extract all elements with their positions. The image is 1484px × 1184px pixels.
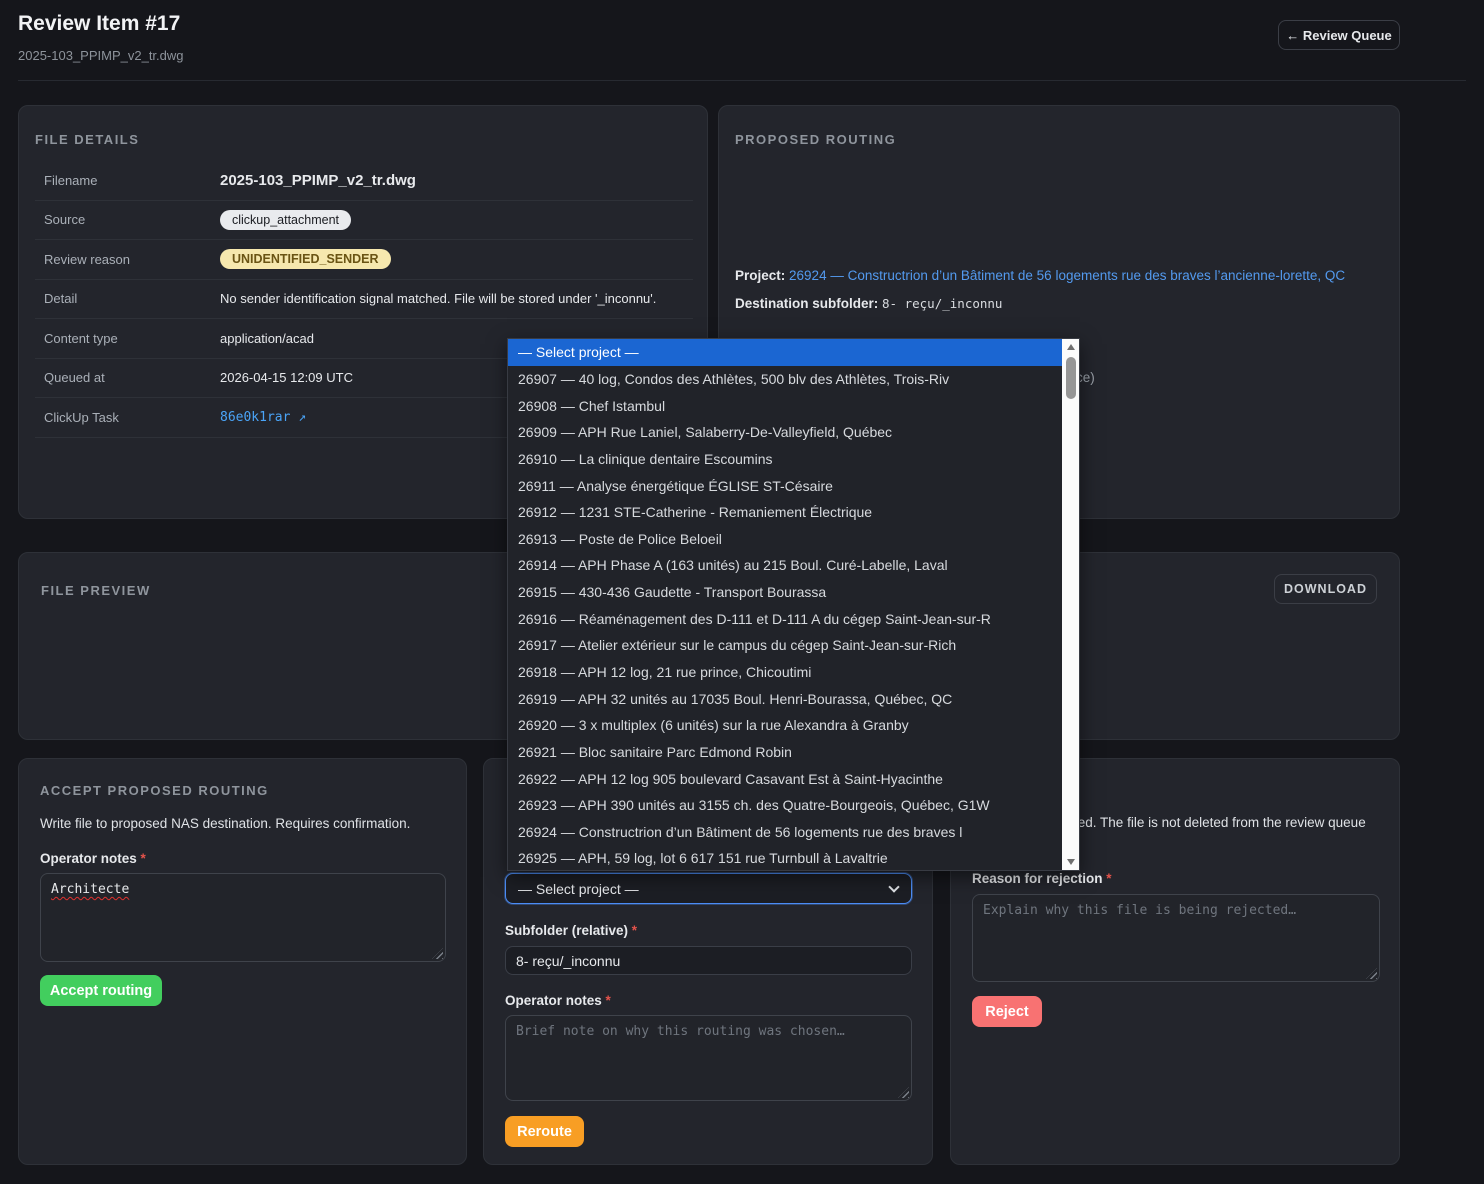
dropdown-option[interactable]: 26914 — APH Phase A (163 unités) au 215 … bbox=[508, 552, 1062, 579]
dropdown-option[interactable]: 26917 — Atelier extérieur sur le campus … bbox=[508, 632, 1062, 659]
dropdown-option[interactable]: 26912 — 1231 STE-Catherine - Remaniement… bbox=[508, 499, 1062, 526]
required-asterisk: * bbox=[606, 993, 611, 1008]
project-line: Project: 26924 — Constructrion d’un Bâti… bbox=[735, 268, 1345, 283]
detail-value: No sender identification signal matched.… bbox=[220, 291, 656, 306]
dropdown-option[interactable]: 26907 — 40 log, Condos des Athlètes, 500… bbox=[508, 366, 1062, 393]
reroute-button[interactable]: Reroute bbox=[505, 1116, 584, 1147]
required-asterisk: * bbox=[1106, 871, 1111, 886]
reject-button[interactable]: Reject bbox=[972, 996, 1042, 1027]
row-label: Review reason bbox=[44, 252, 220, 267]
reroute-notes-placeholder: Brief note on why this routing was chose… bbox=[516, 1024, 845, 1039]
dropdown-option[interactable]: 26921 — Bloc sanitaire Parc Edmond Robin bbox=[508, 739, 1062, 766]
reroute-notes-label: Operator notes * bbox=[505, 993, 611, 1008]
dropdown-option[interactable]: 26925 — APH, 59 log, lot 6 617 151 rue T… bbox=[508, 845, 1062, 870]
chevron-down-icon bbox=[888, 881, 899, 892]
dropdown-option[interactable]: 26913 — Poste de Police Beloeil bbox=[508, 525, 1062, 552]
page-subtitle-filename: 2025-103_PPIMP_v2_tr.dwg bbox=[18, 48, 184, 63]
destination-line: Destination subfolder: 8- reçu/_inconnu bbox=[735, 296, 1002, 311]
row-label: Content type bbox=[44, 331, 220, 346]
dropdown-option[interactable]: 26922 — APH 12 log 905 boulevard Casavan… bbox=[508, 765, 1062, 792]
dropdown-option[interactable]: 26910 — La clinique dentaire Escoumins bbox=[508, 446, 1062, 473]
download-button[interactable]: DOWNLOAD bbox=[1274, 574, 1377, 604]
dropdown-option-selected[interactable]: — Select project — bbox=[508, 339, 1062, 366]
arrow-down-icon bbox=[1067, 859, 1075, 865]
scrollbar-track[interactable] bbox=[1062, 355, 1079, 854]
subfolder-label-text: Subfolder (relative) bbox=[505, 923, 628, 938]
scrollbar-up-button[interactable] bbox=[1062, 339, 1079, 355]
reject-reason-label-text: Reason for rejection bbox=[972, 871, 1103, 886]
proposed-routing-heading: PROPOSED ROUTING bbox=[735, 132, 896, 147]
project-dropdown-popup: — Select project — 26907 — 40 log, Condo… bbox=[507, 338, 1080, 871]
project-dropdown-list: — Select project — 26907 — 40 log, Condo… bbox=[508, 339, 1062, 870]
project-label: Project: bbox=[735, 268, 785, 283]
reroute-project-select[interactable]: — Select project — bbox=[505, 873, 912, 904]
destination-label: Destination subfolder: bbox=[735, 296, 878, 311]
accept-routing-panel: ACCEPT PROPOSED ROUTING Write file to pr… bbox=[18, 758, 467, 1165]
dropdown-option[interactable]: 26924 — Constructrion d’un Bâtiment de 5… bbox=[508, 819, 1062, 846]
destination-value: 8- reçu/_inconnu bbox=[882, 296, 1002, 311]
accept-notes-label: Operator notes * bbox=[40, 851, 146, 866]
dropdown-scrollbar[interactable] bbox=[1062, 339, 1079, 870]
accept-routing-button[interactable]: Accept routing bbox=[40, 975, 162, 1006]
dropdown-option[interactable]: 26909 — APH Rue Laniel, Salaberry-De-Val… bbox=[508, 419, 1062, 446]
row-label: Queued at bbox=[44, 370, 220, 385]
review-item-page: Review Item #17 2025-103_PPIMP_v2_tr.dwg… bbox=[0, 0, 1484, 1184]
project-link[interactable]: 26924 — Constructrion d’un Bâtiment de 5… bbox=[789, 268, 1345, 283]
reject-reason-placeholder: Explain why this file is being rejected… bbox=[983, 903, 1296, 918]
required-asterisk: * bbox=[632, 923, 637, 938]
header-divider bbox=[18, 80, 1466, 81]
review-queue-back-button[interactable]: ← Review Queue bbox=[1278, 20, 1400, 50]
row-label: Source bbox=[44, 212, 220, 227]
required-asterisk: * bbox=[141, 851, 146, 866]
reject-reason-label: Reason for rejection * bbox=[972, 871, 1112, 886]
file-details-heading: FILE DETAILS bbox=[35, 132, 139, 147]
dropdown-option[interactable]: 26915 — 430-436 Gaudette - Transport Bou… bbox=[508, 579, 1062, 606]
file-preview-heading: FILE PREVIEW bbox=[41, 583, 151, 598]
row-label: Filename bbox=[44, 173, 220, 188]
scrollbar-down-button[interactable] bbox=[1062, 854, 1079, 870]
subfolder-input[interactable] bbox=[505, 946, 912, 975]
dropdown-option[interactable]: 26920 — 3 x multiplex (6 unités) sur la … bbox=[508, 712, 1062, 739]
source-badge: clickup_attachment bbox=[220, 210, 351, 230]
dropdown-option[interactable]: 26916 — Réaménagement des D-111 et D-111… bbox=[508, 605, 1062, 632]
table-row: Filename 2025-103_PPIMP_v2_tr.dwg bbox=[35, 161, 693, 201]
accept-panel-heading: ACCEPT PROPOSED ROUTING bbox=[40, 783, 269, 798]
filename-value: 2025-103_PPIMP_v2_tr.dwg bbox=[220, 172, 416, 189]
reject-reason-textarea[interactable]: Explain why this file is being rejected… bbox=[972, 894, 1380, 982]
dropdown-option[interactable]: 26919 — APH 32 unités au 17035 Boul. Hen… bbox=[508, 685, 1062, 712]
queued-at-value: 2026-04-15 12:09 UTC bbox=[220, 370, 353, 385]
reroute-project-select-value: — Select project — bbox=[518, 881, 639, 897]
accept-panel-description: Write file to proposed NAS destination. … bbox=[40, 814, 450, 834]
accept-notes-value: Architecte bbox=[51, 882, 129, 897]
accept-notes-label-text: Operator notes bbox=[40, 851, 137, 866]
arrow-up-icon bbox=[1067, 344, 1075, 350]
scrollbar-thumb[interactable] bbox=[1066, 357, 1076, 399]
dropdown-option[interactable]: 26908 — Chef Istambul bbox=[508, 392, 1062, 419]
reroute-notes-textarea[interactable]: Brief note on why this routing was chose… bbox=[505, 1015, 912, 1101]
page-title: Review Item #17 bbox=[18, 12, 180, 36]
row-label: Detail bbox=[44, 291, 220, 306]
reroute-notes-label-text: Operator notes bbox=[505, 993, 602, 1008]
subfolder-label: Subfolder (relative) * bbox=[505, 923, 637, 938]
table-row: Detail No sender identification signal m… bbox=[35, 280, 693, 320]
table-row: Review reason UNIDENTIFIED_SENDER bbox=[35, 240, 693, 280]
table-row: Source clickup_attachment bbox=[35, 201, 693, 241]
dropdown-option[interactable]: 26911 — Analyse énergétique ÉGLISE ST-Cé… bbox=[508, 472, 1062, 499]
review-reason-badge: UNIDENTIFIED_SENDER bbox=[220, 249, 391, 269]
content-type-value: application/acad bbox=[220, 331, 314, 346]
accept-notes-textarea[interactable]: Architecte bbox=[40, 873, 446, 962]
dropdown-option[interactable]: 26923 — APH 390 unités au 3155 ch. des Q… bbox=[508, 792, 1062, 819]
dropdown-option[interactable]: 26918 — APH 12 log, 21 rue prince, Chico… bbox=[508, 659, 1062, 686]
clickup-task-link[interactable]: 86e0k1rar ↗ bbox=[220, 410, 306, 425]
row-label: ClickUp Task bbox=[44, 410, 220, 425]
